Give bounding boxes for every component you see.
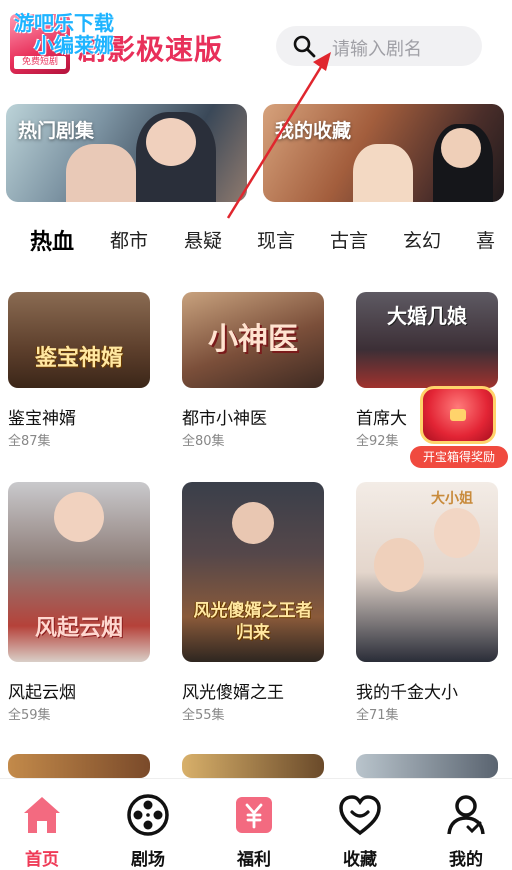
watermark-line2: 小编莱娜 bbox=[34, 33, 114, 57]
tab-xianyan[interactable]: 现言 bbox=[257, 226, 295, 253]
banner-figure bbox=[66, 144, 136, 202]
drama-title: 都市小神医 bbox=[182, 409, 267, 429]
drama-card[interactable]: 风光傻婿之王者归来 风光傻婿之王 全55集 bbox=[182, 482, 324, 723]
drama-title: 风光傻婿之王 bbox=[182, 683, 284, 703]
drama-title: 鉴宝神婿 bbox=[8, 409, 76, 429]
cover-title: 大婚几娘 bbox=[387, 304, 467, 328]
watermark: 游吧乐下载 小编莱娜 bbox=[14, 12, 114, 56]
treasure-reward-button[interactable]: 开宝箱得奖励 bbox=[408, 384, 508, 476]
nav-favorites[interactable]: 收藏 bbox=[318, 779, 402, 870]
drama-cover: 大小姐 bbox=[356, 482, 498, 662]
user-icon bbox=[447, 795, 485, 835]
banner-my-favorites[interactable]: 我的收藏 bbox=[263, 104, 504, 202]
tab-xuanhuan[interactable]: 玄幻 bbox=[403, 226, 441, 253]
drama-cover: 风起云烟 bbox=[8, 482, 150, 662]
home-icon bbox=[24, 797, 60, 833]
watermark-line1: 游吧乐下载 bbox=[14, 11, 114, 35]
drama-cover-partial[interactable] bbox=[182, 754, 324, 778]
tab-dushi[interactable]: 都市 bbox=[110, 226, 148, 253]
drama-cover: 小神医 bbox=[182, 292, 324, 388]
cover-figure bbox=[232, 502, 274, 544]
heart-smile-icon bbox=[339, 795, 381, 836]
banner-figure bbox=[146, 118, 196, 166]
drama-cover-partial[interactable] bbox=[356, 754, 498, 778]
nav-label: 剧场 bbox=[131, 850, 165, 870]
drama-cover: 鉴宝神婿 bbox=[8, 292, 150, 388]
drama-card[interactable]: 大小姐 我的千金大小 全71集 bbox=[356, 482, 498, 723]
tab-guyan[interactable]: 古言 bbox=[330, 226, 368, 253]
drama-episodes: 全80集 bbox=[182, 434, 225, 449]
cover-figure bbox=[54, 492, 104, 542]
bottom-navigation: 首页 剧场 福利 收藏 我的 bbox=[0, 778, 512, 870]
cover-title: 小神医 bbox=[208, 322, 298, 357]
yuan-gift-icon bbox=[236, 797, 272, 833]
tab-xiju[interactable]: 喜 bbox=[476, 226, 495, 253]
logo-badge: 免费短剧 bbox=[14, 56, 66, 69]
drama-episodes: 全59集 bbox=[8, 708, 51, 723]
banner-figure bbox=[441, 128, 481, 168]
treasure-chest-icon bbox=[420, 386, 496, 444]
tab-xuanyi[interactable]: 悬疑 bbox=[184, 226, 222, 253]
cover-title: 风光傻婿之王者归来 bbox=[193, 601, 313, 643]
film-reel-icon bbox=[127, 794, 169, 836]
drama-cover-partial[interactable] bbox=[8, 754, 150, 778]
nav-label: 首页 bbox=[25, 850, 59, 870]
banner-hot-dramas[interactable]: 热门剧集 bbox=[6, 104, 247, 202]
drama-episodes: 全71集 bbox=[356, 708, 399, 723]
search-icon bbox=[293, 35, 316, 58]
search-placeholder: 请输入剧名 bbox=[332, 39, 422, 60]
top-header: 免费短剧 剧影极速版 游吧乐下载 小编莱娜 请输入剧名 bbox=[0, 0, 512, 90]
banner-figure bbox=[353, 144, 413, 202]
drama-card[interactable]: 鉴宝神婿 鉴宝神婿 全87集 bbox=[8, 292, 150, 452]
drama-cover: 风光傻婿之王者归来 bbox=[182, 482, 324, 662]
cover-figure bbox=[374, 538, 424, 592]
nav-home[interactable]: 首页 bbox=[0, 779, 84, 870]
drama-title: 首席大 bbox=[356, 409, 407, 429]
drama-title: 风起云烟 bbox=[8, 683, 76, 703]
cover-title: 大小姐 bbox=[431, 491, 473, 507]
chest-lock bbox=[450, 409, 466, 421]
nav-profile[interactable]: 我的 bbox=[424, 779, 508, 870]
drama-episodes: 全87集 bbox=[8, 434, 51, 449]
reward-label: 开宝箱得奖励 bbox=[410, 446, 508, 468]
drama-episodes: 全92集 bbox=[356, 434, 399, 449]
nav-welfare[interactable]: 福利 bbox=[212, 779, 296, 870]
drama-cover: 大婚几娘 bbox=[356, 292, 498, 388]
banner-label: 热门剧集 bbox=[18, 120, 95, 142]
drama-card[interactable]: 风起云烟 风起云烟 全59集 bbox=[8, 482, 150, 723]
banner-label: 我的收藏 bbox=[275, 120, 352, 142]
category-tabs: 热血 都市 悬疑 现言 古言 玄幻 喜 bbox=[0, 226, 512, 266]
nav-label: 收藏 bbox=[343, 850, 377, 870]
cover-title: 鉴宝神婿 bbox=[34, 346, 123, 371]
nav-label: 我的 bbox=[449, 850, 483, 870]
nav-theater[interactable]: 剧场 bbox=[106, 779, 190, 870]
search-bar[interactable]: 请输入剧名 bbox=[276, 26, 482, 66]
drama-card[interactable]: 小神医 都市小神医 全80集 bbox=[182, 292, 324, 452]
drama-episodes: 全55集 bbox=[182, 708, 225, 723]
tab-rexue[interactable]: 热血 bbox=[30, 226, 74, 256]
cover-figure bbox=[434, 508, 480, 558]
drama-title: 我的千金大小 bbox=[356, 683, 458, 703]
cover-title: 风起云烟 bbox=[34, 616, 123, 641]
nav-label: 福利 bbox=[237, 850, 271, 870]
